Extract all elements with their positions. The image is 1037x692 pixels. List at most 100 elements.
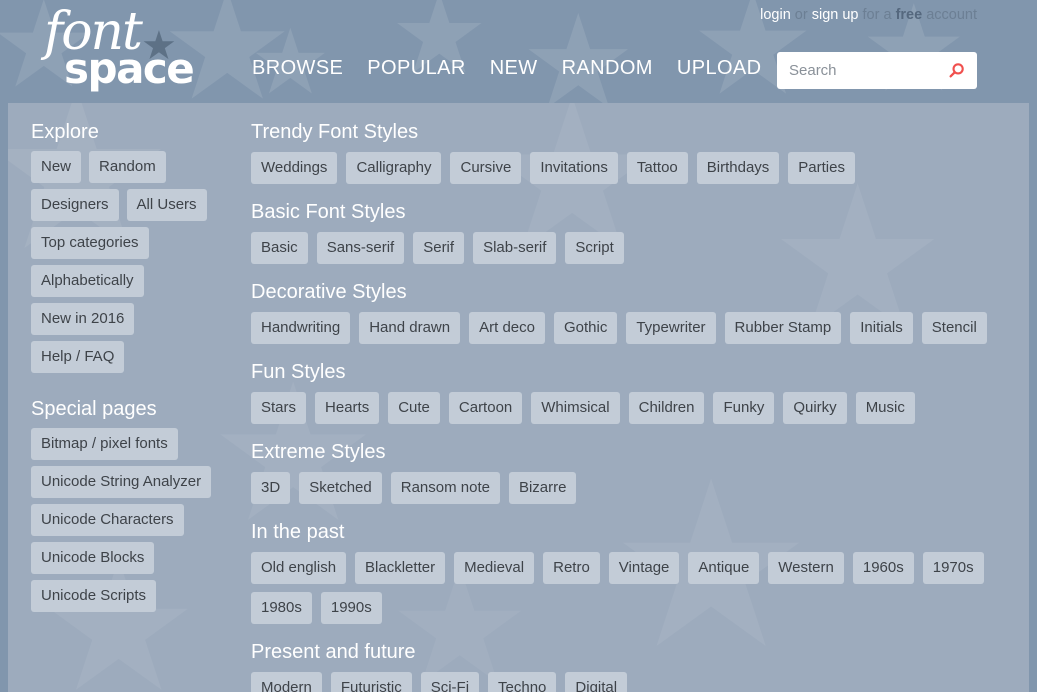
tag-1960s[interactable]: 1960s	[852, 552, 914, 584]
account-line: login or sign up for a free account	[760, 7, 977, 23]
tag-bizarre[interactable]: Bizarre	[508, 472, 577, 504]
tag-techno[interactable]: Techno	[488, 672, 557, 692]
account-free-text: free	[895, 7, 923, 23]
tag-retro[interactable]: Retro	[543, 552, 600, 584]
tag-invitations[interactable]: Invitations	[530, 152, 618, 184]
sidebar-row: Unicode String Analyzer	[22, 466, 244, 498]
sidebar-heading-special-pages: Special pages	[31, 398, 157, 420]
tag-tattoo[interactable]: Tattoo	[626, 152, 688, 184]
tag-sans-serif[interactable]: Sans-serif	[316, 232, 405, 264]
section-heading: Trendy Font Styles	[251, 121, 419, 143]
tag-1990s[interactable]: 1990s	[320, 592, 382, 624]
tag-sci-fi[interactable]: Sci-Fi	[420, 672, 480, 692]
sidebar-heading-explore: Explore	[31, 121, 99, 143]
tag-medieval[interactable]: Medieval	[454, 552, 535, 584]
section-heading: Decorative Styles	[251, 281, 407, 303]
primary-navigation: BROWSE POPULAR NEW RANDOM UPLOAD	[252, 57, 786, 80]
login-link[interactable]: login	[760, 7, 791, 23]
tag-stars[interactable]: Stars	[251, 392, 307, 424]
tag-cursive[interactable]: Cursive	[450, 152, 522, 184]
tag-3d[interactable]: 3D	[251, 472, 291, 504]
sidebar: Explore New Random Designers All Users T…	[8, 120, 244, 692]
tag-1980s[interactable]: 1980s	[251, 592, 312, 624]
section-in-the-past: In the past Old english Blackletter Medi…	[251, 520, 1009, 624]
tag-quirky[interactable]: Quirky	[783, 392, 847, 424]
tag-blackletter[interactable]: Blackletter	[355, 552, 446, 584]
sidebar-row: Designers All Users	[22, 189, 244, 221]
nav-item-new[interactable]: NEW	[490, 57, 562, 80]
tag-script[interactable]: Script	[565, 232, 624, 264]
tag-weddings[interactable]: Weddings	[251, 152, 338, 184]
sidebar-item-random[interactable]: Random	[89, 151, 166, 183]
nav-item-browse[interactable]: BROWSE	[252, 57, 367, 80]
section-trendy-font-styles: Trendy Font Styles Weddings Calligraphy …	[251, 120, 1009, 184]
tag-list: 3D Sketched Ransom note Bizarre	[251, 472, 1009, 504]
tag-handwriting[interactable]: Handwriting	[251, 312, 351, 344]
tag-1970s[interactable]: 1970s	[922, 552, 984, 584]
tag-antique[interactable]: Antique	[688, 552, 760, 584]
logo-word-space: space	[64, 44, 195, 93]
tag-music[interactable]: Music	[855, 392, 915, 424]
signup-link[interactable]: sign up	[812, 7, 859, 23]
sidebar-item-unicode-blocks[interactable]: Unicode Blocks	[31, 542, 155, 574]
sidebar-row: Unicode Blocks	[22, 542, 244, 574]
account-tail-prefix: for a	[858, 7, 896, 23]
sidebar-item-help-faq[interactable]: Help / FAQ	[31, 341, 125, 373]
section-heading: In the past	[251, 521, 345, 543]
tag-hearts[interactable]: Hearts	[315, 392, 380, 424]
tag-parties[interactable]: Parties	[788, 152, 855, 184]
tag-typewriter[interactable]: Typewriter	[626, 312, 716, 344]
sidebar-row: New Random	[22, 151, 244, 183]
main-content: Trendy Font Styles Weddings Calligraphy …	[244, 120, 1029, 692]
section-basic-font-styles: Basic Font Styles Basic Sans-serif Serif…	[251, 200, 1009, 264]
nav-item-upload[interactable]: UPLOAD	[677, 57, 786, 80]
tag-rubber-stamp[interactable]: Rubber Stamp	[724, 312, 842, 344]
search-box[interactable]	[777, 52, 977, 89]
sidebar-row: Alphabetically	[22, 265, 244, 297]
tag-art-deco[interactable]: Art deco	[469, 312, 545, 344]
tag-old-english[interactable]: Old english	[251, 552, 347, 584]
tag-birthdays[interactable]: Birthdays	[696, 152, 780, 184]
sidebar-item-unicode-characters[interactable]: Unicode Characters	[31, 504, 184, 536]
tag-slab-serif[interactable]: Slab-serif	[473, 232, 557, 264]
nav-item-popular[interactable]: POPULAR	[367, 57, 489, 80]
tag-stencil[interactable]: Stencil	[921, 312, 987, 344]
tag-ransom-note[interactable]: Ransom note	[390, 472, 500, 504]
tag-digital[interactable]: Digital	[565, 672, 628, 692]
tag-hand-drawn[interactable]: Hand drawn	[359, 312, 461, 344]
sidebar-item-bitmap-pixel-fonts[interactable]: Bitmap / pixel fonts	[31, 428, 178, 460]
sidebar-item-unicode-string-analyzer[interactable]: Unicode String Analyzer	[31, 466, 212, 498]
sidebar-item-all-users[interactable]: All Users	[126, 189, 207, 221]
section-decorative-styles: Decorative Styles Handwriting Hand drawn…	[251, 280, 1009, 344]
tag-western[interactable]: Western	[768, 552, 844, 584]
sidebar-item-new[interactable]: New	[31, 151, 82, 183]
account-tail-suffix: account	[922, 7, 977, 23]
sidebar-item-top-categories[interactable]: Top categories	[31, 227, 149, 259]
sidebar-item-new-in-2016[interactable]: New in 2016	[31, 303, 135, 335]
tag-gothic[interactable]: Gothic	[553, 312, 618, 344]
tag-vintage[interactable]: Vintage	[608, 552, 680, 584]
search-input[interactable]	[777, 52, 937, 89]
tag-funky[interactable]: Funky	[713, 392, 775, 424]
tag-cute[interactable]: Cute	[388, 392, 440, 424]
tag-modern[interactable]: Modern	[251, 672, 322, 692]
tag-sketched[interactable]: Sketched	[299, 472, 382, 504]
section-present-and-future: Present and future Modern Futuristic Sci…	[251, 640, 1009, 692]
tag-serif[interactable]: Serif	[413, 232, 465, 264]
sidebar-item-designers[interactable]: Designers	[31, 189, 119, 221]
tag-futuristic[interactable]: Futuristic	[330, 672, 412, 692]
tag-cartoon[interactable]: Cartoon	[448, 392, 523, 424]
sidebar-item-alphabetically[interactable]: Alphabetically	[31, 265, 144, 297]
tag-whimsical[interactable]: Whimsical	[531, 392, 620, 424]
site-logo[interactable]: font ★ space	[38, 4, 198, 96]
tag-calligraphy[interactable]: Calligraphy	[346, 152, 442, 184]
tag-basic[interactable]: Basic	[251, 232, 308, 264]
tag-initials[interactable]: Initials	[850, 312, 913, 344]
search-icon[interactable]	[943, 58, 969, 84]
sidebar-item-unicode-scripts[interactable]: Unicode Scripts	[31, 580, 157, 612]
section-heading: Fun Styles	[251, 361, 346, 383]
tag-list: Handwriting Hand drawn Art deco Gothic T…	[251, 312, 1009, 344]
tag-children[interactable]: Children	[628, 392, 705, 424]
nav-item-random[interactable]: RANDOM	[562, 57, 677, 80]
tag-list: Stars Hearts Cute Cartoon Whimsical Chil…	[251, 392, 1009, 424]
